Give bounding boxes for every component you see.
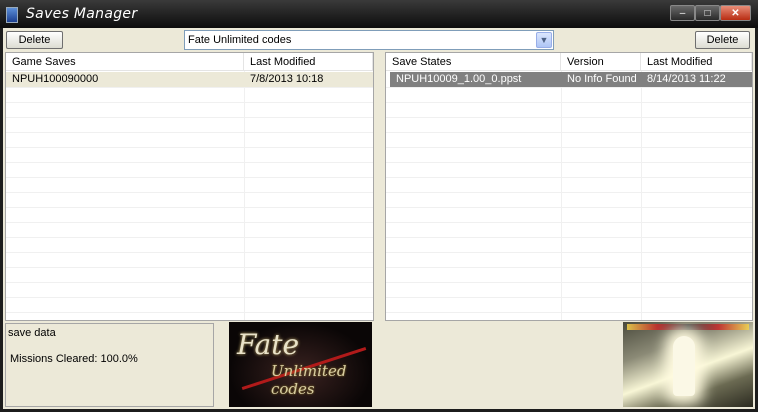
row-gridline <box>386 177 752 178</box>
row-gridline <box>6 87 373 88</box>
save-states-list[interactable]: Save States Version Last Modified NPUH10… <box>385 52 753 321</box>
game-selector-value: Fate Unlimited codes <box>188 34 292 46</box>
delete-game-save-button[interactable]: Delete <box>6 31 63 49</box>
game-saves-list[interactable]: Game Saves Last Modified NPUH100090000 7… <box>5 52 374 321</box>
saves-manager-window: Saves Manager – □ ✕ Delete Fate Unlimite… <box>0 0 758 412</box>
row-gridline <box>386 312 752 313</box>
row-gridline <box>6 162 373 163</box>
missions-cleared-text: Missions Cleared: 100.0% <box>10 353 138 365</box>
game-banner-image: Fate Unlimited codes <box>229 322 372 407</box>
thumbnail-character <box>673 336 695 396</box>
column-header-save-states[interactable]: Save States <box>386 53 561 71</box>
row-gridline <box>386 282 752 283</box>
banner-subtitle: Unlimited codes <box>271 362 347 398</box>
row-gridline <box>6 177 373 178</box>
row-gridline <box>386 207 752 208</box>
row-gridline <box>386 162 752 163</box>
row-gridline <box>386 297 752 298</box>
row-gridline <box>386 147 752 148</box>
row-gridline <box>386 192 752 193</box>
close-button[interactable]: ✕ <box>720 5 751 21</box>
game-selector-dropdown[interactable]: Fate Unlimited codes ▼ <box>184 30 554 50</box>
row-gridline <box>6 252 373 253</box>
column-header-last-modified[interactable]: Last Modified <box>641 53 752 71</box>
column-header-game-saves[interactable]: Game Saves <box>6 53 244 71</box>
row-gridline <box>386 222 752 223</box>
thumbnail-hud <box>627 324 749 330</box>
row-gridline <box>6 117 373 118</box>
row-gridline <box>386 252 752 253</box>
app-icon <box>6 7 18 23</box>
save-info-title: save data <box>8 327 56 339</box>
row-gridline <box>386 102 752 103</box>
row-gridline <box>6 312 373 313</box>
maximize-button[interactable]: □ <box>695 5 720 21</box>
delete-save-state-button[interactable]: Delete <box>695 31 750 49</box>
table-row-game-save-modified[interactable]: 7/8/2013 10:18 <box>244 72 373 87</box>
row-gridline <box>386 237 752 238</box>
row-gridline <box>6 267 373 268</box>
row-gridline <box>386 87 752 88</box>
row-gridline <box>386 117 752 118</box>
row-gridline <box>6 282 373 283</box>
client-area: Delete Fate Unlimited codes ▼ Delete Gam… <box>3 28 755 409</box>
table-row-save-state-version[interactable]: No Info Found <box>561 72 641 87</box>
window-title: Saves Manager <box>26 6 138 22</box>
column-header-version[interactable]: Version <box>561 53 641 71</box>
row-gridline <box>6 147 373 148</box>
row-gridline <box>6 132 373 133</box>
row-gridline <box>6 102 373 103</box>
table-row-game-save-name[interactable]: NPUH100090000 <box>6 72 244 87</box>
column-header-last-modified[interactable]: Last Modified <box>244 53 373 71</box>
minimize-button[interactable]: – <box>670 5 695 21</box>
row-gridline <box>386 132 752 133</box>
table-row-save-state-modified[interactable]: 8/14/2013 11:22 <box>641 72 752 87</box>
banner-title: Fate <box>237 328 300 361</box>
save-info-panel: save data Missions Cleared: 100.0% <box>5 323 214 407</box>
row-gridline <box>6 237 373 238</box>
row-gridline <box>6 192 373 193</box>
row-gridline <box>6 207 373 208</box>
chevron-down-icon[interactable]: ▼ <box>536 32 552 48</box>
row-gridline <box>6 222 373 223</box>
row-gridline <box>6 297 373 298</box>
save-state-thumbnail <box>623 322 753 407</box>
table-row-save-state-name[interactable]: NPUH10009_1.00_0.ppst <box>390 72 561 87</box>
title-bar[interactable]: Saves Manager – □ ✕ <box>0 0 758 28</box>
row-gridline <box>386 267 752 268</box>
